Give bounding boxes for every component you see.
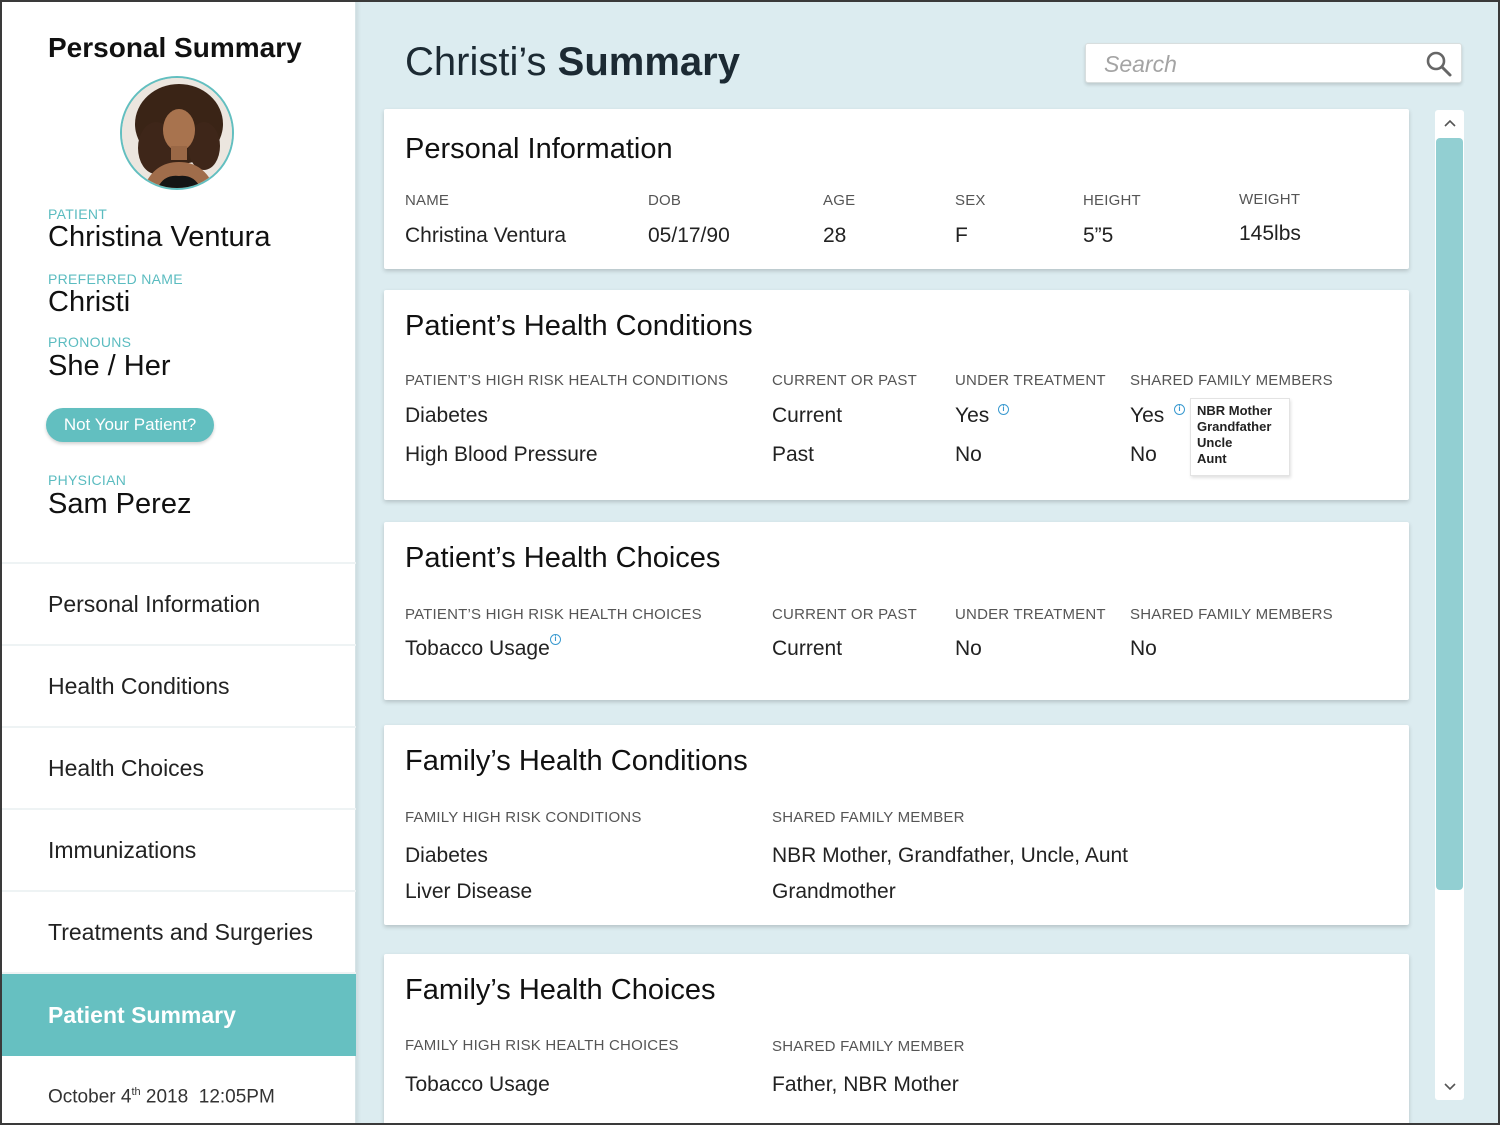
card-title: Personal Information: [405, 133, 673, 165]
weight-value: 145lbs: [1239, 222, 1301, 245]
table-cell: Tobacco Usage: [405, 1073, 550, 1096]
table-cell: Current: [772, 637, 843, 660]
preferred-name-label: PREFERRED NAME: [48, 271, 183, 287]
health-choices-card: Patient’s Health Choices PATIENT’S HIGH …: [384, 522, 1409, 700]
page-title-bold: Summary: [557, 40, 740, 84]
shared-family-tooltip: NBR Mother Grandfather Uncle Aunt: [1190, 398, 1290, 476]
not-your-patient-button[interactable]: Not Your Patient?: [46, 408, 214, 442]
table-cell: NBR Mother, Grandfather, Uncle, Aunt: [772, 844, 1129, 867]
table-cell: Diabetes: [405, 404, 488, 427]
card-title: Patient’s Health Conditions: [405, 310, 753, 342]
sidebar: Personal Summary PATIENT Christina Ventu…: [0, 0, 356, 1125]
sidebar-item-personal-information[interactable]: Personal Information: [0, 562, 356, 644]
tooltip-line: NBR Mother: [1197, 403, 1273, 418]
patient-avatar: [120, 76, 234, 190]
column-header: UNDER TREATMENT: [955, 606, 1106, 623]
column-header: UNDER TREATMENT: [955, 372, 1106, 389]
pronouns: She / Her: [48, 350, 171, 382]
info-icon[interactable]: i: [998, 404, 1009, 415]
search-box: [1085, 43, 1462, 83]
column-header: SEX: [955, 192, 986, 209]
sidebar-title: Personal Summary: [48, 32, 302, 63]
search-icon[interactable]: [1425, 50, 1453, 78]
table-cell: Yes: [1130, 404, 1165, 427]
column-header: WEIGHT: [1239, 191, 1301, 208]
column-header: CURRENT OR PAST: [772, 606, 917, 623]
physician-name: Sam Perez: [48, 488, 192, 520]
age-value: 28: [823, 224, 847, 247]
patient-name: Christina Ventura: [48, 221, 271, 253]
family-choices-card: Family’s Health Choices FAMILY HIGH RISK…: [384, 954, 1409, 1125]
sidebar-item-health-conditions[interactable]: Health Conditions: [0, 644, 356, 726]
table-cell: Diabetes: [405, 844, 488, 867]
sidebar-nav: Personal Information Health Conditions H…: [0, 562, 356, 1056]
table-cell: High Blood Pressure: [405, 443, 598, 466]
name-value: Christina Ventura: [405, 224, 567, 247]
table-cell: Current: [772, 404, 843, 427]
column-header: SHARED FAMILY MEMBERS: [1130, 606, 1333, 623]
timestamp-day-suffix: th: [131, 1086, 141, 1098]
table-cell: Liver Disease: [405, 880, 533, 903]
column-header: AGE: [823, 192, 856, 209]
column-header: SHARED FAMILY MEMBER: [772, 809, 965, 826]
timestamp-day: 4: [120, 1086, 132, 1108]
timestamp-month: October: [48, 1086, 116, 1108]
column-header: CURRENT OR PAST: [772, 372, 917, 389]
pronouns-label: PRONOUNS: [48, 334, 132, 350]
info-icon[interactable]: i: [1174, 404, 1185, 415]
table-cell: Past: [772, 443, 815, 466]
scrollbar[interactable]: [1435, 110, 1464, 1100]
tooltip-line: Uncle: [1197, 435, 1233, 450]
table-cell: No: [1130, 637, 1157, 660]
column-header: HEIGHT: [1083, 192, 1141, 209]
patient-label: PATIENT: [48, 206, 108, 222]
column-header: SHARED FAMILY MEMBER: [772, 1038, 965, 1055]
dob-value: 05/17/90: [648, 224, 730, 247]
table-cell: No: [955, 637, 982, 660]
personal-information-card: Personal Information NAME DOB AGE SEX HE…: [384, 109, 1409, 269]
tooltip-line: Grandfather: [1197, 419, 1272, 434]
family-conditions-card: Family’s Health Conditions FAMILY HIGH R…: [384, 725, 1409, 925]
table-cell: No: [955, 443, 982, 466]
card-title: Patient’s Health Choices: [405, 542, 721, 574]
table-cell: Grandmother: [772, 880, 896, 903]
height-value: 5”5: [1083, 224, 1114, 247]
scrollbar-thumb[interactable]: [1436, 138, 1463, 890]
column-header: FAMILY HIGH RISK HEALTH CHOICES: [405, 1037, 679, 1054]
timestamp: October 4th 2018 12:05PM: [48, 1086, 275, 1108]
table-cell: Father, NBR Mother: [772, 1073, 959, 1096]
page-title-prefix: Christi’s: [405, 40, 547, 84]
chevron-up-icon[interactable]: [1435, 110, 1464, 136]
timestamp-year: 2018: [145, 1086, 189, 1108]
info-icon[interactable]: i: [550, 634, 561, 645]
table-cell: No: [1130, 443, 1157, 466]
chevron-down-icon[interactable]: [1435, 1074, 1464, 1100]
table-cell: Tobacco Usage: [405, 637, 550, 660]
timestamp-time: 12:05PM: [198, 1086, 275, 1108]
sidebar-item-immunizations[interactable]: Immunizations: [0, 808, 356, 890]
column-header: SHARED FAMILY MEMBERS: [1130, 372, 1333, 389]
search-input[interactable]: [1104, 50, 1404, 78]
column-header: NAME: [405, 192, 450, 209]
tooltip-line: Aunt: [1197, 451, 1227, 466]
physician-label: PHYSICIAN: [48, 472, 127, 488]
card-title: Family’s Health Choices: [405, 974, 716, 1006]
column-header: DOB: [648, 192, 682, 209]
card-title: Family’s Health Conditions: [405, 745, 748, 777]
sidebar-item-patient-summary[interactable]: Patient Summary: [0, 972, 356, 1056]
sidebar-item-health-choices[interactable]: Health Choices: [0, 726, 356, 808]
column-header: PATIENT’S HIGH RISK HEALTH CONDITIONS: [405, 372, 729, 389]
sidebar-item-treatments-and-surgeries[interactable]: Treatments and Surgeries: [0, 890, 356, 972]
health-conditions-card: Patient’s Health Conditions PATIENT’S HI…: [384, 290, 1409, 500]
table-cell: Yes: [955, 404, 990, 427]
preferred-name: Christi: [48, 286, 131, 318]
page-title: Christi’s Summary: [405, 40, 740, 85]
sex-value: F: [955, 224, 968, 247]
column-header: FAMILY HIGH RISK CONDITIONS: [405, 809, 642, 826]
column-header: PATIENT’S HIGH RISK HEALTH CHOICES: [405, 606, 702, 623]
